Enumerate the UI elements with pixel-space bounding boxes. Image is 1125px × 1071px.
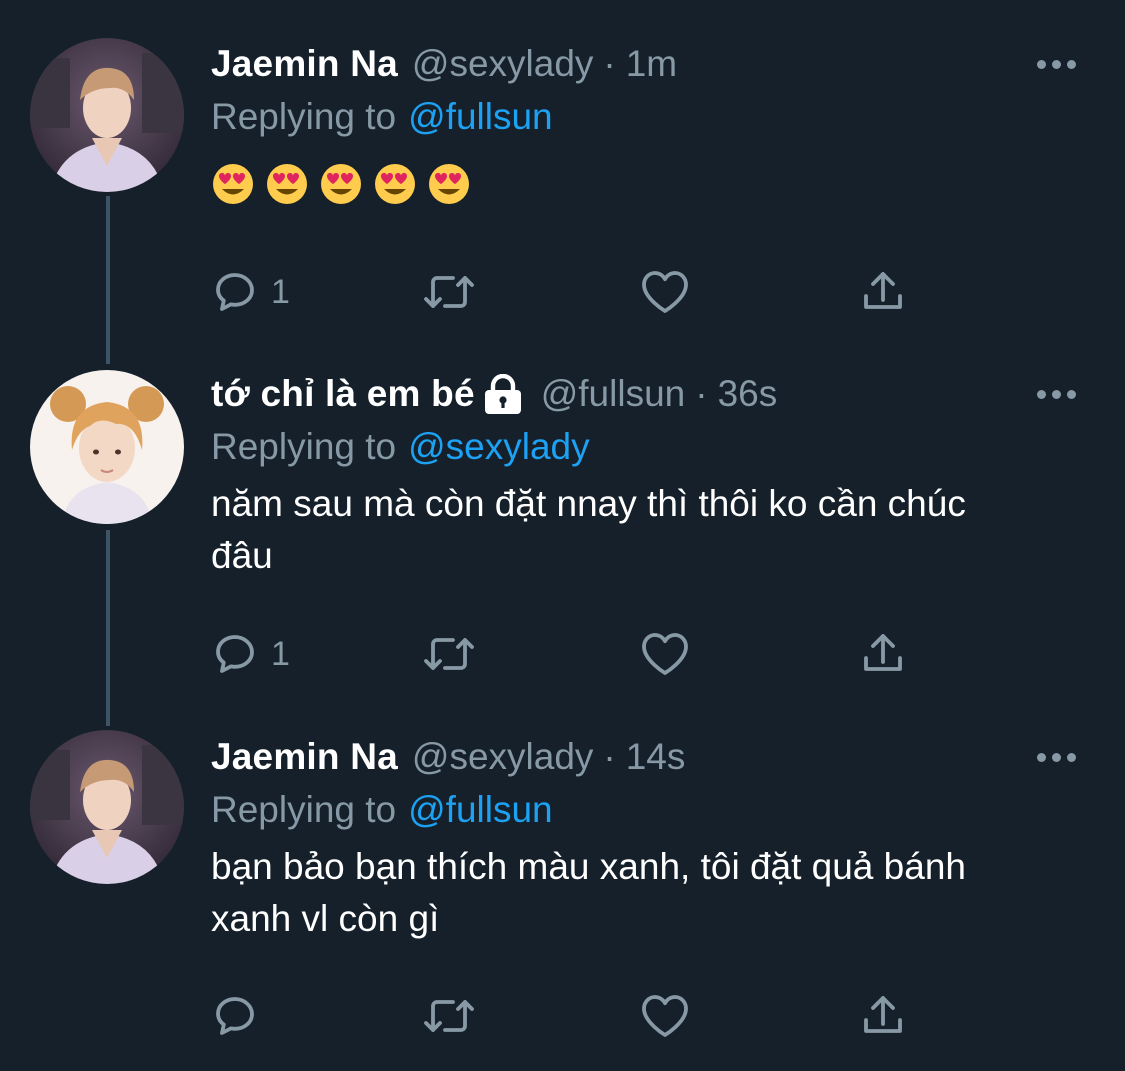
reply-button[interactable]: 1 [211, 624, 290, 684]
share-button[interactable] [859, 624, 907, 684]
share-button[interactable] [859, 262, 907, 322]
tweet-header: Jaemin Na @sexylady · 1m [211, 36, 1065, 92]
user-handle[interactable]: @sexylady [412, 43, 594, 85]
tweet-text: năm sau mà còn đặt nnay thì thôi ko cần … [211, 483, 966, 576]
share-icon [864, 634, 902, 671]
heart-icon [642, 271, 688, 313]
separator-dot: · [603, 736, 616, 777]
timestamp[interactable]: 36s [718, 373, 778, 415]
mention-link[interactable]: @sexylady [408, 426, 590, 468]
replying-to: Replying to @fullsun [211, 785, 1065, 835]
display-name[interactable]: Jaemin Na [211, 736, 398, 778]
heart-eyes-emoji [375, 164, 415, 204]
avatar[interactable] [30, 38, 184, 192]
reply-button[interactable] [211, 986, 271, 1046]
heart-eyes-emoji [213, 164, 253, 204]
tweet-actions: 1 [211, 624, 931, 684]
display-name[interactable]: tớ chỉ là em bé [211, 373, 475, 415]
user-handle[interactable]: @sexylady [412, 736, 594, 778]
tweet-emoji-text [211, 162, 1065, 206]
more-icon[interactable] [1027, 54, 1085, 74]
tweet[interactable]: Jaemin Na @sexylady · 14s Replying to @f… [0, 720, 1125, 1071]
reply-icon [216, 997, 254, 1035]
more-icon[interactable] [1027, 384, 1085, 404]
retweet-icon [424, 276, 474, 308]
display-name[interactable]: Jaemin Na [211, 43, 398, 85]
more-icon[interactable] [1027, 747, 1085, 767]
like-button[interactable] [639, 624, 691, 684]
tweet-header: Jaemin Na @sexylady · 14s [211, 729, 1065, 785]
timestamp[interactable]: 14s [626, 736, 686, 778]
heart-eyes-emoji [429, 164, 469, 204]
tweet-header: tớ chỉ là em bé @fullsun · 36s [211, 366, 1065, 422]
tweet-actions [211, 986, 931, 1046]
tweet[interactable]: Jaemin Na @sexylady · 1m Replying to @fu… [0, 0, 1125, 360]
share-button[interactable] [859, 986, 907, 1046]
heart-icon [642, 995, 688, 1037]
like-button[interactable] [639, 986, 691, 1046]
reply-icon [216, 273, 254, 311]
retweet-icon [424, 1000, 474, 1032]
reply-icon [216, 635, 254, 673]
retweet-icon [424, 638, 474, 670]
retweet-button[interactable] [421, 986, 477, 1046]
share-icon [864, 272, 902, 309]
avatar[interactable] [30, 730, 184, 884]
retweet-button[interactable] [421, 624, 477, 684]
mention-link[interactable]: @fullsun [408, 96, 553, 138]
reply-count: 1 [271, 634, 290, 673]
separator-dot: · [603, 43, 616, 84]
replying-to-label: Replying to [211, 96, 397, 137]
replying-to-label: Replying to [211, 789, 397, 830]
heart-eyes-emoji [267, 164, 307, 204]
replying-to: Replying to @fullsun [211, 92, 1065, 142]
timestamp[interactable]: 1m [626, 43, 677, 85]
retweet-button[interactable] [421, 262, 477, 322]
like-button[interactable] [639, 262, 691, 322]
tweet[interactable]: tớ chỉ là em bé @fullsun · 36s Replying … [0, 360, 1125, 720]
mention-link[interactable]: @fullsun [408, 789, 553, 831]
heart-eyes-emoji [321, 164, 361, 204]
tweet-text: bạn bảo bạn thích màu xanh, tôi đặt quả … [211, 846, 966, 939]
reply-count: 1 [271, 272, 290, 311]
replying-to-label: Replying to [211, 426, 397, 467]
share-icon [864, 996, 902, 1033]
separator-dot: · [695, 373, 708, 414]
replying-to: Replying to @sexylady [211, 422, 1065, 472]
reply-button[interactable]: 1 [211, 262, 290, 322]
heart-icon [642, 633, 688, 675]
tweet-actions: 1 [211, 262, 931, 322]
user-handle[interactable]: @fullsun [541, 373, 686, 415]
avatar[interactable] [30, 370, 184, 524]
lock-icon [484, 374, 521, 414]
